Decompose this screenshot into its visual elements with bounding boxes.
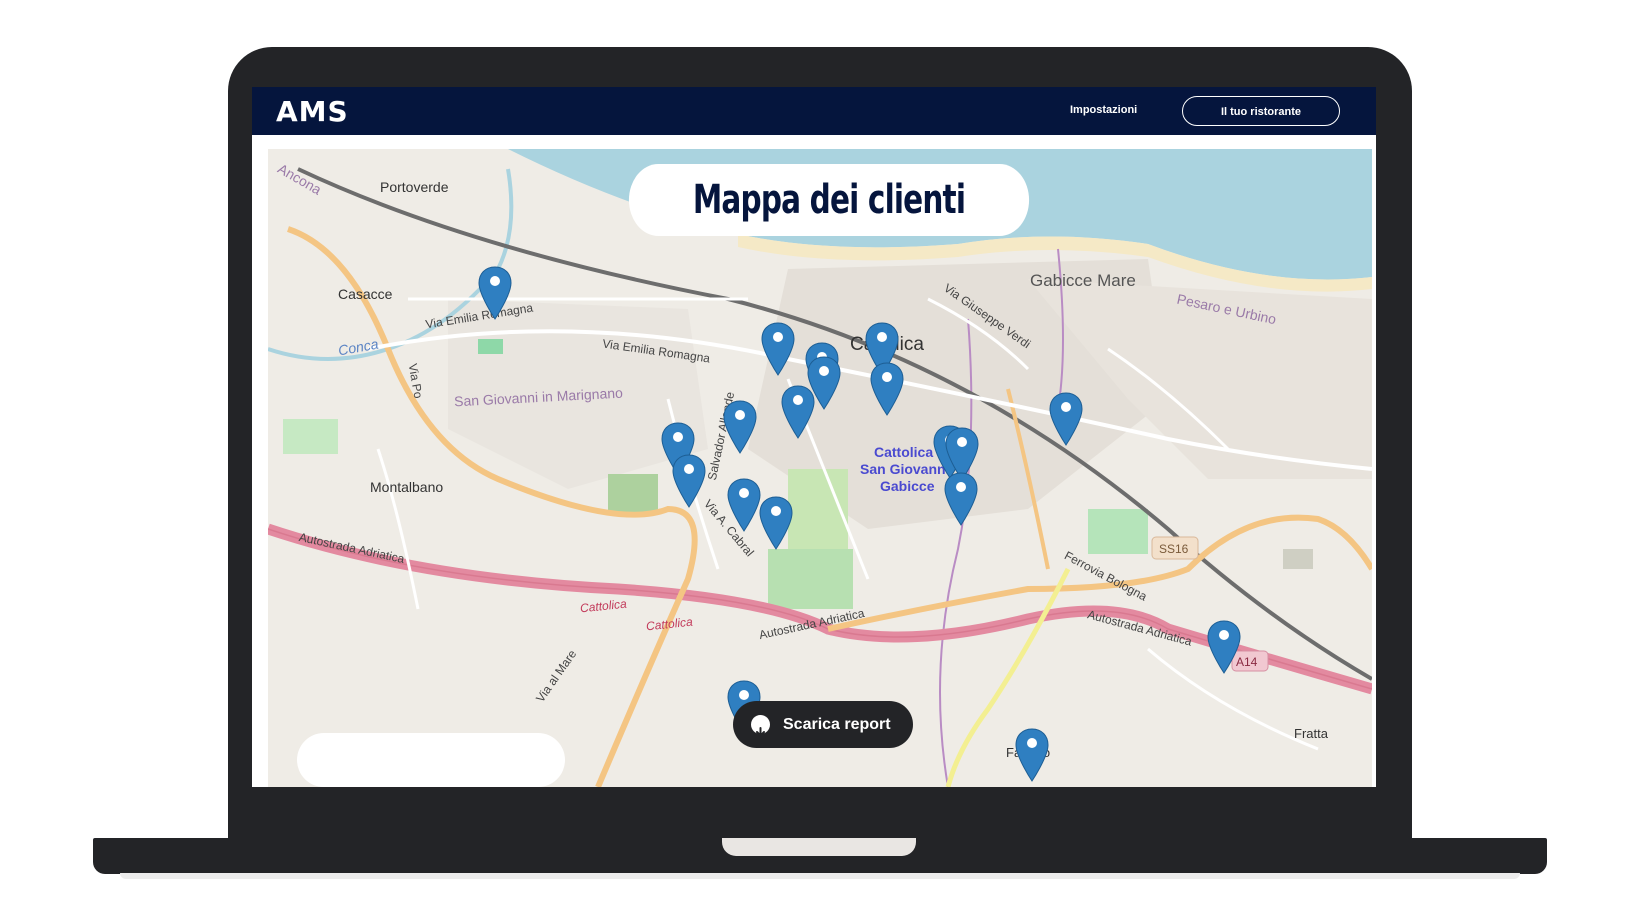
map-title: Mappa dei clienti xyxy=(628,164,1030,236)
area-label: Cattolica xyxy=(874,444,934,460)
place-label: Fratta xyxy=(1294,726,1328,741)
map-marker-icon[interactable] xyxy=(477,265,513,321)
map-marker-icon[interactable] xyxy=(1048,391,1084,447)
map-marker-icon[interactable] xyxy=(671,453,707,509)
download-report-label: Scarica report xyxy=(783,716,891,733)
app-screen: AMS Impostazioni Il tuo ristorante Porto… xyxy=(252,87,1376,787)
place-label: Casacce xyxy=(338,286,393,302)
road-shield: SS16 xyxy=(1159,542,1189,556)
top-navbar: AMS Impostazioni Il tuo ristorante xyxy=(252,87,1376,135)
place-label: Montalbano xyxy=(370,479,444,495)
map-marker-icon[interactable] xyxy=(722,399,758,455)
laptop-shadow xyxy=(120,873,1520,879)
settings-link[interactable]: Impostazioni xyxy=(1070,104,1137,116)
restaurant-button[interactable]: Il tuo ristorante xyxy=(1182,96,1340,126)
place-label: Gabicce Mare xyxy=(1030,271,1136,290)
map-marker-icon[interactable] xyxy=(758,495,794,551)
map-marker-icon[interactable] xyxy=(869,361,905,417)
laptop-notch xyxy=(722,838,916,856)
download-report-button[interactable]: Scarica report xyxy=(733,701,913,748)
map-marker-icon[interactable] xyxy=(780,384,816,440)
area-label: Gabicce xyxy=(880,478,935,494)
map-marker-icon[interactable] xyxy=(760,321,796,377)
place-label: Portoverde xyxy=(380,179,449,195)
customer-map[interactable]: Portoverde Casacce Montalbano Cattolica … xyxy=(268,149,1372,787)
map-tiles xyxy=(268,149,1372,787)
map-marker-icon[interactable] xyxy=(943,471,979,527)
map-marker-icon[interactable] xyxy=(1206,619,1242,675)
download-icon xyxy=(751,715,770,739)
map-marker-icon[interactable] xyxy=(1014,727,1050,783)
blank-panel xyxy=(297,733,565,787)
map-marker-icon[interactable] xyxy=(726,477,762,533)
app-logo[interactable]: AMS xyxy=(276,95,349,128)
